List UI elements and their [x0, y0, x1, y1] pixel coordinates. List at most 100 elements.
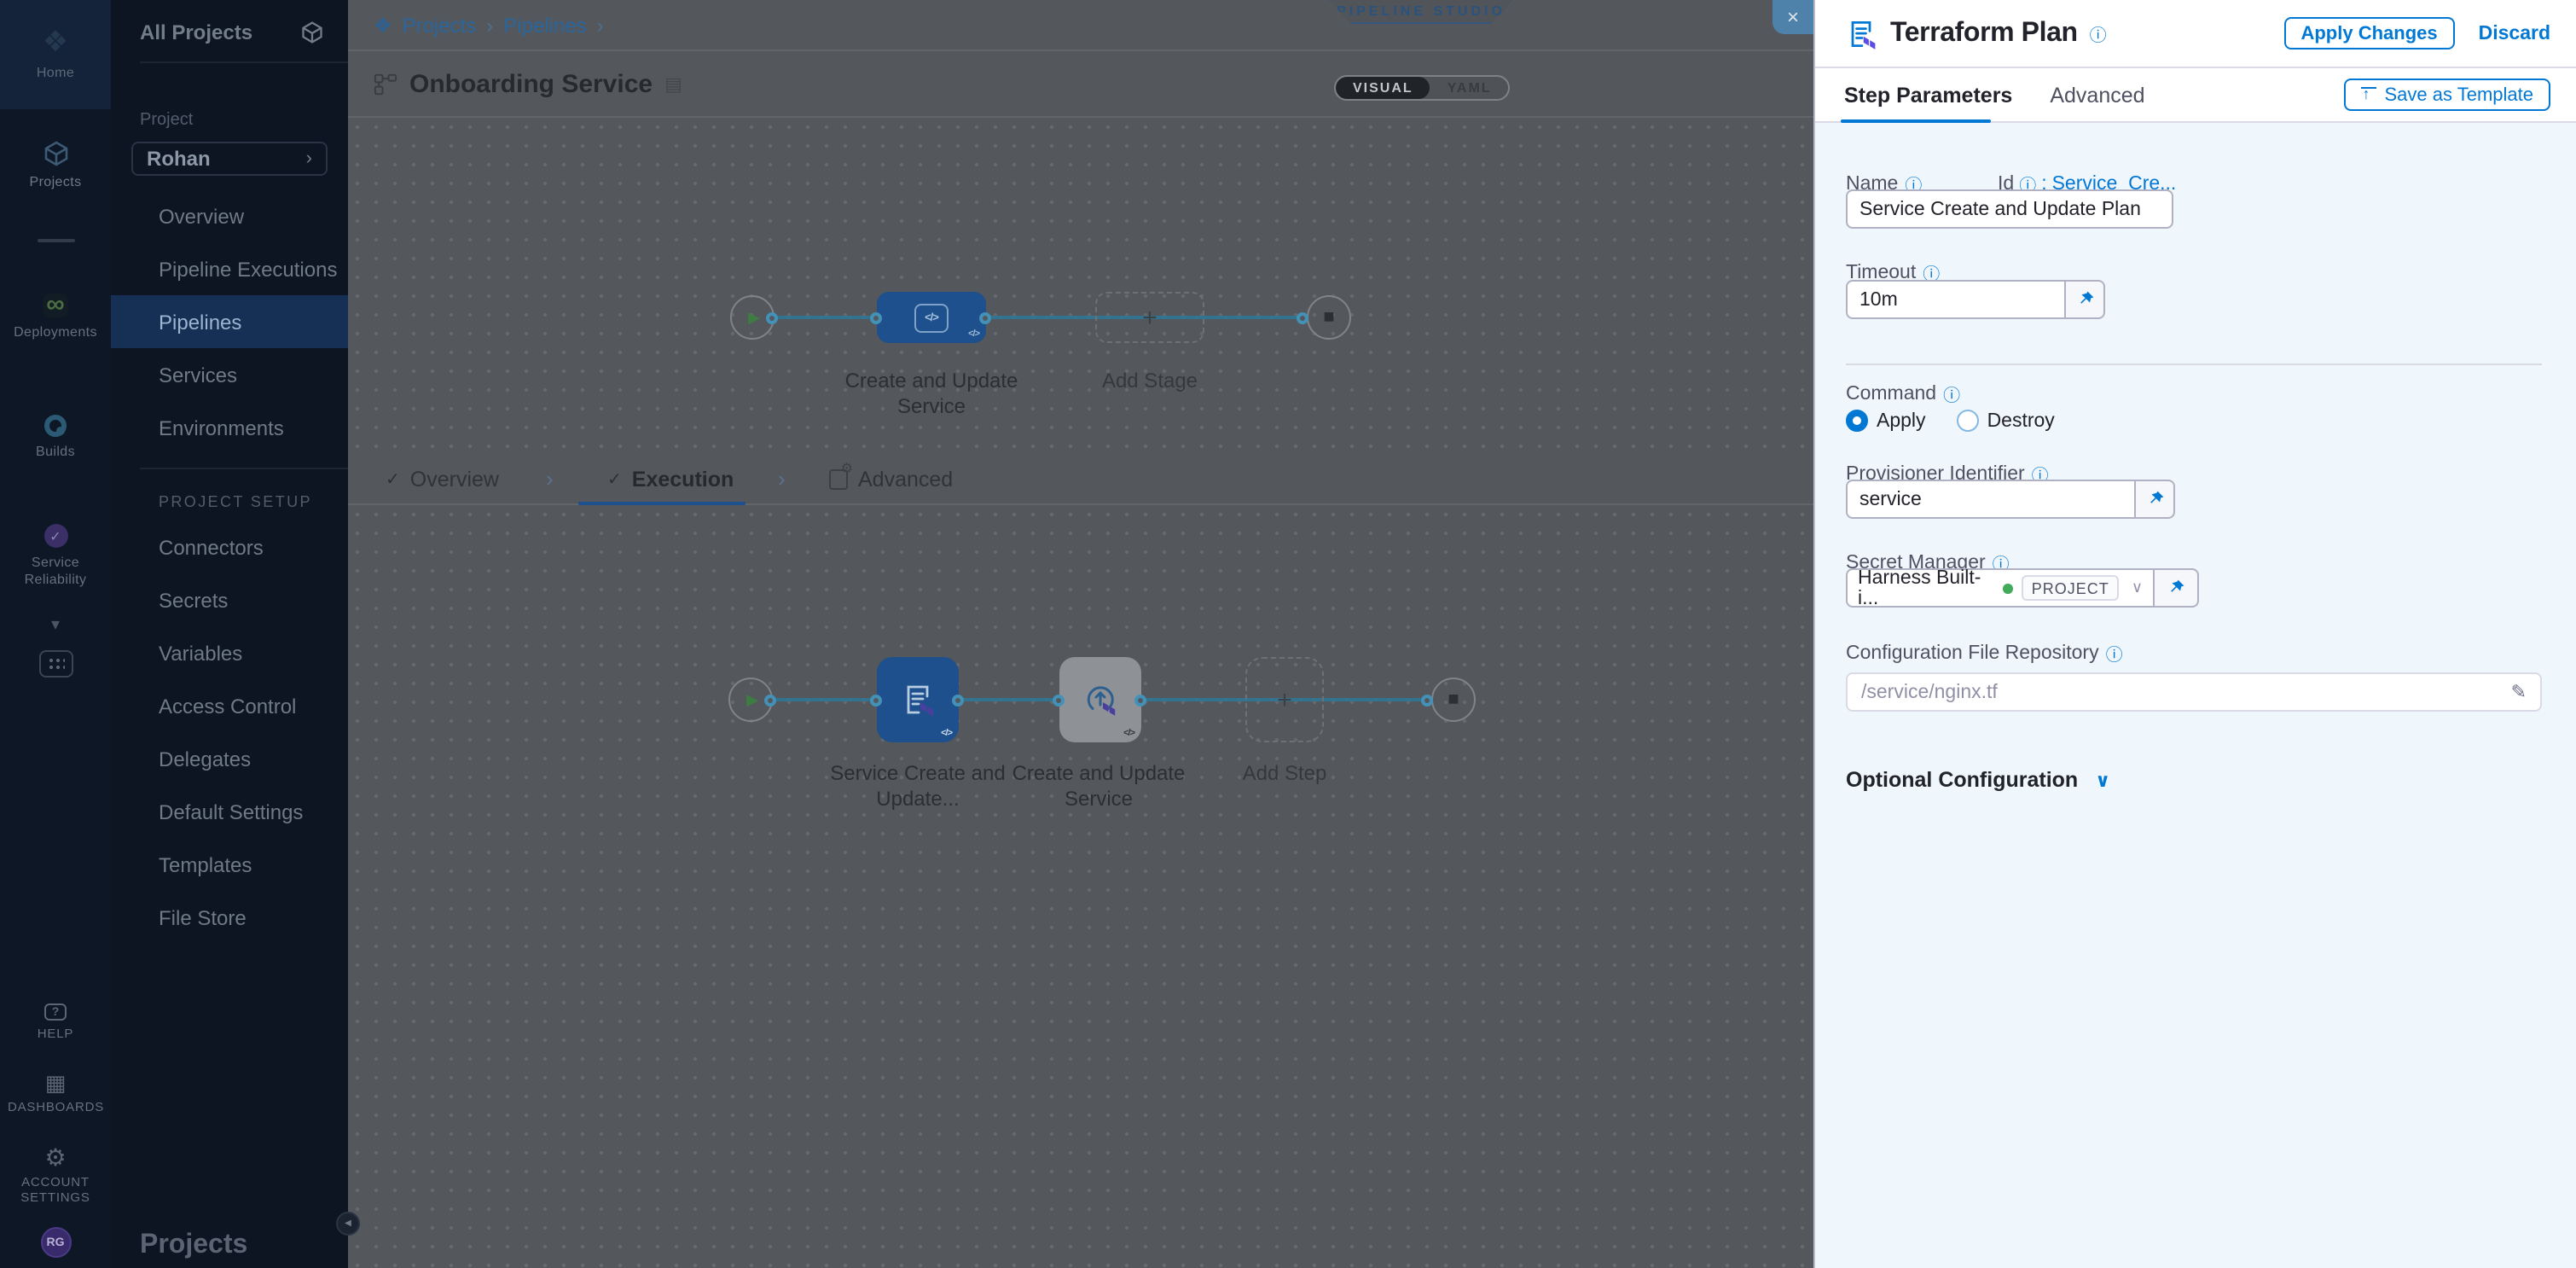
- tab-overview[interactable]: ✓ Overview: [386, 468, 499, 491]
- tab-execution[interactable]: ✓ Execution: [607, 468, 734, 491]
- timeout-pin-button[interactable]: [2066, 280, 2105, 319]
- connector-port[interactable]: [1421, 694, 1433, 706]
- add-step-label: Add Step: [1191, 761, 1378, 787]
- secret-manager-select[interactable]: Harness Built-i... PROJECT ∨: [1846, 568, 2155, 608]
- name-input[interactable]: [1846, 189, 2173, 229]
- step-label: Service Create and Update...: [824, 761, 1012, 812]
- connector-port[interactable]: [870, 311, 882, 323]
- sidebar-item-environments[interactable]: Environments: [111, 401, 348, 454]
- stage-node-label: Create and Update Service: [838, 369, 1025, 420]
- plus-icon: +: [1142, 303, 1157, 332]
- drawer-tabs: Step Parameters Advanced Save as Templat…: [1815, 68, 2576, 123]
- discard-button[interactable]: Discard: [2479, 23, 2550, 44]
- sidebar-item-templates[interactable]: Templates: [111, 838, 348, 891]
- tab-step-parameters[interactable]: Step Parameters: [1844, 83, 2012, 107]
- radio-apply[interactable]: Apply: [1846, 410, 1926, 432]
- breadcrumb-pipelines[interactable]: Pipelines: [503, 13, 586, 37]
- stage-node-create-update-service[interactable]: </> </>: [877, 292, 986, 343]
- connector-port[interactable]: [764, 694, 776, 706]
- notes-icon[interactable]: ▤: [664, 73, 682, 95]
- status-dot-icon: [2003, 583, 2012, 593]
- provisioner-pin-button[interactable]: [2136, 480, 2175, 519]
- all-projects-header[interactable]: All Projects: [111, 0, 348, 44]
- sidebar-item-variables[interactable]: Variables: [111, 626, 348, 679]
- rail-item-home[interactable]: ❖ Home: [0, 0, 111, 109]
- toggle-visual[interactable]: VISUAL: [1336, 77, 1430, 99]
- divider: [140, 468, 348, 469]
- connector-port[interactable]: [1134, 694, 1146, 706]
- radio-label: Destroy: [1987, 410, 2055, 431]
- add-step-button[interactable]: +: [1245, 657, 1324, 742]
- rail-item-deployments[interactable]: ∞ Deployments: [0, 258, 111, 377]
- sidebar-item-secrets[interactable]: Secrets: [111, 573, 348, 626]
- secret-manager-pin-button[interactable]: [2155, 568, 2199, 608]
- info-icon[interactable]: ⓘ: [2106, 640, 2123, 666]
- sidebar-item-overview[interactable]: Overview: [111, 189, 348, 242]
- project-selector[interactable]: Rohan ›: [131, 142, 328, 176]
- rail-more-chevron-icon[interactable]: ▾: [51, 616, 60, 643]
- add-stage-button[interactable]: +: [1095, 292, 1204, 343]
- provisioner-input[interactable]: [1846, 480, 2136, 519]
- edit-pencil-icon[interactable]: ✎: [2511, 681, 2527, 703]
- step-node-terraform-plan[interactable]: </>: [877, 657, 959, 742]
- info-icon[interactable]: ⓘ: [2090, 20, 2107, 46]
- connector-port[interactable]: [979, 311, 991, 323]
- project-sidenav: All Projects Project Rohan › Overview Pi…: [111, 0, 348, 1268]
- visual-yaml-toggle[interactable]: VISUAL YAML: [1334, 75, 1511, 101]
- connector-port[interactable]: [1053, 694, 1065, 706]
- tab-advanced[interactable]: Advanced: [2050, 83, 2144, 107]
- pipeline-canvas: ❖ Projects › Pipelines › PIPELINE STUDIO…: [348, 0, 1813, 1268]
- sidebar-item-services[interactable]: Services: [111, 348, 348, 401]
- sidebar-item-file-store[interactable]: File Store: [111, 891, 348, 944]
- drawer-close-button[interactable]: ×: [1772, 0, 1813, 34]
- rail-item-dashboards[interactable]: ▦ DASHBOARDS: [8, 1056, 103, 1130]
- edit-pencil-icon[interactable]: ✎: [694, 73, 710, 95]
- sidebar-item-default-settings[interactable]: Default Settings: [111, 785, 348, 838]
- radio-destroy[interactable]: Destroy: [1957, 410, 2055, 432]
- connector-port[interactable]: [870, 694, 882, 706]
- terraform-plan-icon: [899, 681, 937, 718]
- sidebar-item-pipelines[interactable]: Pipelines: [111, 295, 348, 348]
- sidebar-item-access-control[interactable]: Access Control: [111, 679, 348, 732]
- save-as-template-button[interactable]: Save as Template: [2344, 79, 2551, 111]
- sidenav-collapse-handle[interactable]: ◀: [336, 1212, 360, 1236]
- app-root: ❖ Home Projects ∞ Deployments Builds ✓ S…: [0, 0, 2576, 1268]
- user-avatar[interactable]: RG: [40, 1227, 71, 1258]
- step-config-drawer: Terraform Plan ⓘ Apply Changes Discard S…: [1813, 0, 2576, 1268]
- config-repo-value: /service/nginx.tf: [1861, 682, 1998, 702]
- connector-port[interactable]: [1297, 311, 1308, 323]
- play-icon: ▶: [746, 690, 758, 709]
- timeout-input[interactable]: [1846, 280, 2066, 319]
- breadcrumb-projects[interactable]: Projects: [403, 13, 477, 37]
- config-repo-field[interactable]: /service/nginx.tf ✎: [1846, 672, 2542, 712]
- stage-detail-tabs: ✓ Overview › ✓ Execution › Advanced: [348, 457, 1813, 505]
- sidebar-item-delegates[interactable]: Delegates: [111, 732, 348, 785]
- apps-grid-icon: [47, 656, 64, 672]
- tab-advanced[interactable]: Advanced: [829, 468, 953, 491]
- rail-item-account-settings[interactable]: ⚙ ACCOUNT SETTINGS: [8, 1130, 103, 1220]
- rail-item-help[interactable]: ? HELP: [38, 988, 73, 1056]
- tab-label: Execution: [632, 468, 734, 491]
- apply-changes-button[interactable]: Apply Changes: [2283, 17, 2454, 49]
- rail-item-projects[interactable]: Projects: [0, 109, 111, 222]
- custom-stage-icon: </>: [914, 303, 949, 332]
- tab-label: Advanced: [858, 468, 953, 491]
- chevron-right-icon: ›: [597, 13, 604, 37]
- optional-configuration-toggle[interactable]: Optional Configuration ∨: [1846, 768, 2110, 792]
- active-tab-underline: [578, 501, 746, 505]
- rail-item-service-reliability[interactable]: ✓ Service Reliability: [0, 497, 111, 616]
- step-node-terraform-apply[interactable]: </>: [1059, 657, 1141, 742]
- code-badge-icon: </>: [968, 329, 979, 340]
- chevron-right-icon: ›: [546, 466, 554, 491]
- rail-label: Projects: [30, 174, 82, 191]
- step-parameters-form: Name ⓘ Id ⓘ : Service_Cre... Timeout ⓘ: [1815, 123, 2576, 1268]
- command-field-label: Command ⓘ: [1846, 381, 1960, 406]
- connector-port[interactable]: [952, 694, 964, 706]
- toggle-yaml[interactable]: YAML: [1430, 77, 1509, 99]
- info-icon[interactable]: ⓘ: [1943, 381, 1960, 406]
- connector-port[interactable]: [766, 311, 778, 323]
- rail-item-builds[interactable]: Builds: [0, 377, 111, 497]
- sidebar-item-pipeline-executions[interactable]: Pipeline Executions: [111, 242, 348, 295]
- module-picker-button[interactable]: [38, 650, 73, 678]
- sidebar-item-connectors[interactable]: Connectors: [111, 521, 348, 573]
